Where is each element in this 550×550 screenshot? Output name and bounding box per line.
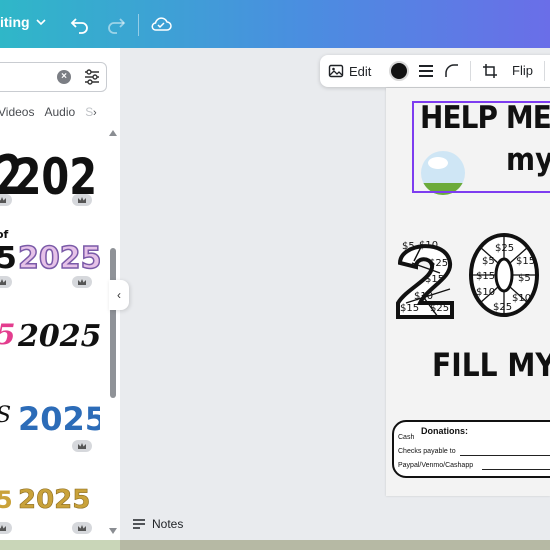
amount-0-4: $5 [518,273,531,284]
tab-videos[interactable]: Videos [0,105,34,119]
svg-text:S: S [0,403,11,428]
bottom-bar [120,510,550,540]
amount-0-7: $25 [493,302,512,313]
edit-label: Edit [349,63,372,79]
pro-crown-icon [0,276,12,288]
donations-title: Donations: [421,426,468,436]
editing-label: iting [0,14,30,30]
toolbar-divider [470,61,471,81]
bottom-strip-left [0,540,120,550]
element-label: 2025 [18,485,90,515]
scroll-up-icon[interactable] [109,130,117,136]
notes-button[interactable]: Notes [132,517,183,531]
editing-menu-button[interactable]: iting [0,14,46,30]
undo-icon[interactable] [70,14,90,34]
pro-crown-icon [72,522,92,534]
border-style-icon[interactable] [418,64,434,78]
pro-crown-icon [0,522,12,534]
pro-crown-icon [72,440,92,452]
clear-search-icon[interactable]: × [57,70,71,84]
tab-more[interactable]: S [85,105,93,119]
amount-2-5: $15 [400,303,419,314]
image-edit-icon [328,64,344,78]
element-label: 2025 [18,241,100,276]
top-bar: iting [0,0,550,48]
notes-label: Notes [152,517,184,531]
tabs-scroll-right-icon[interactable]: › [93,107,97,119]
pro-crown-icon [0,194,12,206]
corner-rounding-icon[interactable] [444,63,460,79]
element-2025-gold[interactable]: 5 2025 [0,476,100,516]
pro-crown-icon [72,194,92,206]
element-2025-blue[interactable]: S 2025 [0,392,100,442]
scroll-down-icon[interactable] [109,528,117,534]
donation-line [460,455,550,456]
amount-2-2: $25 [429,258,448,269]
donation-row-paypal: Paypal/Venmo/Cashapp [398,462,474,469]
donation-line [482,469,550,470]
donations-box[interactable]: Donations: Cash Checks payable to Paypal… [392,420,550,478]
edit-image-button[interactable]: Edit [328,63,371,79]
panel-scrollbar[interactable] [110,248,116,398]
elements-panel: × Videos Audio S › 2 2025 of 5 2025 5 20… [0,48,120,550]
pro-crown-icon [72,276,92,288]
color-swatch-button[interactable] [389,61,409,81]
selection-box[interactable] [412,101,550,193]
amount-0-3: $15 [476,271,495,282]
chevron-down-icon [35,19,46,26]
cloud-check-icon[interactable] [150,14,172,34]
redo-icon[interactable] [106,14,126,34]
amount-0-1: $5 [482,256,495,267]
crop-icon[interactable] [482,63,498,79]
content-tabs: Videos Audio S [0,105,93,119]
tab-audio[interactable]: Audio [44,105,75,119]
image-toolbar: Edit Flip [320,55,550,87]
amount-2-0: $5 [402,241,415,252]
amount-0-6: $10 [512,293,531,304]
element-label: 2025 [17,319,100,354]
amount-2-4: $10 [414,291,433,302]
topbar-divider [138,14,139,36]
design-page[interactable]: HELP ME my $5 $10 $25 $15 $10 $15 $25 $2… [386,88,550,496]
toolbar-divider [544,61,545,81]
svg-text:5: 5 [0,318,15,351]
amount-0-0: $25 [495,243,514,254]
svg-text:5: 5 [0,486,13,514]
filter-icon[interactable] [83,68,101,86]
flip-button[interactable]: Flip [512,63,533,78]
fill-my-text[interactable]: FILL MY [432,346,550,384]
amount-0-5: $10 [476,287,495,298]
donation-row-cash: Cash [398,434,415,441]
donation-row-checks: Checks payable to [398,448,456,455]
svg-text:of: of [0,228,9,241]
amount-2-1: $10 [419,240,438,251]
element-2025-bubble[interactable]: of 5 2025 [0,224,100,284]
element-label: 2025 [18,400,100,438]
big-2025-graphic[interactable]: $5 $10 $25 $15 $10 $15 $25 $25 $5 $15 $1… [392,233,550,323]
svg-text:5: 5 [0,241,17,276]
amount-0-2: $15 [516,256,535,267]
notes-icon [133,519,145,529]
amount-2-6: $25 [430,303,449,314]
element-2025-script[interactable]: 5 2025 [0,310,100,360]
collapse-panel-button[interactable]: ‹ [109,280,129,310]
amount-2-3: $15 [425,274,444,285]
